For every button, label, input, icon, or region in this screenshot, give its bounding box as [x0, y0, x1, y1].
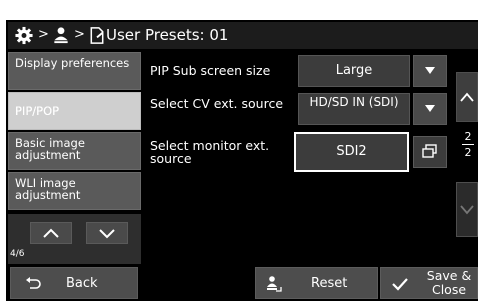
- sidebar-item-pip-pop[interactable]: PIP/POP: [8, 92, 141, 130]
- sidebar-item-label: Basic image adjustment: [15, 136, 85, 162]
- sidebar-item-display-preferences[interactable]: Display preferences: [8, 52, 141, 90]
- select-monitor-ext-source-field[interactable]: SDI2: [294, 132, 409, 172]
- checkmark-icon: [392, 278, 408, 291]
- sidebar-item-basic-image-adjustment[interactable]: Basic image adjustment: [8, 132, 141, 170]
- back-button-label: Back: [66, 276, 98, 291]
- sidebar-item-wli-image-adjustment[interactable]: WLI image adjustment: [8, 172, 141, 210]
- setting-label-select-monitor-ext-source: Select monitor ext. source: [150, 138, 270, 166]
- select-cv-ext-source-value: HD/SD IN (SDI): [309, 95, 399, 109]
- setting-label-pip-sub-screen-size: PIP Sub screen size: [150, 63, 271, 78]
- user-icon: [54, 27, 68, 44]
- chevron-down-icon: [99, 229, 115, 239]
- gear-icon: [15, 26, 33, 45]
- breadcrumb-separator: >: [74, 27, 85, 42]
- sidebar-item-label: Display preferences: [15, 56, 130, 70]
- monitor-switch-button[interactable]: [413, 136, 447, 168]
- scroll-page-current: 2: [464, 130, 472, 143]
- sidebar-page-up-button[interactable]: [30, 222, 72, 244]
- title-bar: > > User Presets: 01: [8, 22, 478, 49]
- sidebar-item-label: PIP/POP: [15, 104, 60, 118]
- document-icon: [90, 27, 104, 44]
- chevron-down-icon: [460, 205, 474, 215]
- scroll-page-indicator: 2 2: [462, 130, 474, 159]
- sidebar-page-indicator: 4/6: [10, 249, 25, 259]
- scroll-down-button[interactable]: [456, 182, 478, 237]
- select-monitor-ext-source-value: SDI2: [336, 144, 367, 159]
- save-close-button[interactable]: Save & Close: [380, 267, 478, 299]
- monitor-switch-icon: [422, 144, 437, 158]
- chevron-up-icon: [43, 228, 59, 238]
- select-cv-ext-source-dropdown-button[interactable]: [413, 93, 447, 125]
- sidebar-item-label: WLI image adjustment: [15, 176, 81, 202]
- pip-sub-screen-size-dropdown-button[interactable]: [413, 55, 447, 87]
- page-title: User Presets: 01: [106, 26, 229, 44]
- scroll-page-divider: [462, 144, 474, 145]
- chevron-up-icon: [460, 92, 474, 102]
- reset-user-icon: [267, 276, 282, 292]
- dropdown-arrow-icon: [425, 105, 435, 112]
- setting-label-select-cv-ext-source: Select CV ext. source: [150, 96, 284, 111]
- sidebar-page-down-button[interactable]: [86, 222, 128, 244]
- back-arrow-icon: [26, 277, 41, 289]
- dropdown-arrow-icon: [425, 67, 435, 74]
- back-button[interactable]: Back: [10, 267, 138, 299]
- pip-sub-screen-size-value: Large: [335, 63, 373, 78]
- scroll-up-button[interactable]: [456, 72, 478, 122]
- reset-button[interactable]: Reset: [255, 267, 378, 299]
- pip-sub-screen-size-field[interactable]: Large: [298, 55, 410, 87]
- reset-button-label: Reset: [311, 276, 348, 291]
- breadcrumb-separator: >: [38, 27, 49, 42]
- save-close-button-label: Save & Close: [426, 268, 472, 297]
- select-cv-ext-source-field[interactable]: HD/SD IN (SDI): [298, 93, 410, 125]
- scroll-page-total: 2: [464, 146, 472, 159]
